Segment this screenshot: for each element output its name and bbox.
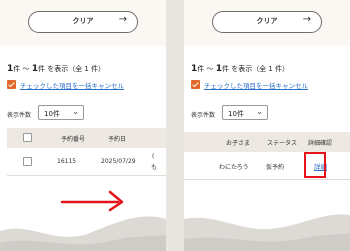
header-child: お子さま [226, 140, 251, 147]
result-count: 1件 ～ 1件 を表示（全 1 件） [7, 64, 105, 74]
row-overflow-text-2: も [151, 164, 158, 171]
count-mid: 件 ～ [13, 65, 32, 73]
right-panel: クリア → 1件 ～ 1件 を表示（全 1 件） チェックした項目を一括キャンセ… [184, 0, 350, 251]
clear-button[interactable]: クリア → [212, 11, 322, 33]
display-count-label: 表示件数 [191, 112, 216, 119]
left-panel: クリア → 1件 ～ 1件 を表示（全 1 件） チェックした項目を一括キャンセ… [0, 0, 166, 251]
header-reservation-date: 予約日 [108, 136, 127, 143]
header-reservation-number: 予約番号 [61, 136, 86, 143]
detail-highlight-box [304, 152, 326, 178]
table-row: 16115 2025/07/29 ( も [7, 148, 166, 176]
chevron-down-icon: ⌄ [72, 107, 79, 116]
count-suffix: 件 を表示（全 1 件） [221, 65, 290, 73]
display-count-select[interactable]: 10件 ⌄ [38, 105, 84, 120]
chevron-down-icon: ⌄ [256, 107, 263, 116]
arrow-right-icon: → [302, 14, 311, 25]
count-suffix: 件 を表示（全 1 件） [37, 65, 106, 73]
select-all-checkbox[interactable] [23, 133, 32, 142]
count-mid: 件 ～ [197, 65, 216, 73]
bulk-cancel-link[interactable]: チェックした項目を一括キャンセル [204, 80, 308, 90]
table-header: お子さま ステータス 詳細確認 [184, 132, 350, 152]
arrow-right-icon: → [118, 14, 127, 25]
screenshot-composite: クリア → 1件 ～ 1件 を表示（全 1 件） チェックした項目を一括キャンセ… [0, 0, 350, 251]
display-count-value: 10件 [228, 110, 244, 118]
row-child-name: わにたろう [219, 164, 249, 171]
bulk-cancel-checkbox[interactable] [7, 80, 16, 89]
bulk-cancel-checkbox[interactable] [191, 80, 200, 89]
row-reservation-date: 2025/07/29 [101, 158, 136, 165]
row-checkbox[interactable] [23, 157, 32, 166]
arrow-right-icon [60, 190, 124, 212]
display-count-value: 10件 [44, 110, 60, 118]
display-count-label: 表示件数 [7, 112, 32, 119]
header-detail: 詳細確認 [308, 140, 333, 147]
clear-button[interactable]: クリア → [28, 11, 138, 33]
row-overflow-text: ( [152, 153, 155, 160]
display-count-select[interactable]: 10件 ⌄ [222, 105, 268, 120]
bulk-cancel-link[interactable]: チェックした項目を一括キャンセル [20, 80, 124, 90]
table-header: 予約番号 予約日 [7, 128, 166, 148]
header-status: ステータス [267, 140, 298, 147]
decorative-wave [184, 214, 350, 251]
result-count: 1件 ～ 1件 を表示（全 1 件） [191, 64, 289, 74]
row-reservation-number: 16115 [57, 158, 77, 165]
row-status: 仮予約 [266, 164, 285, 171]
